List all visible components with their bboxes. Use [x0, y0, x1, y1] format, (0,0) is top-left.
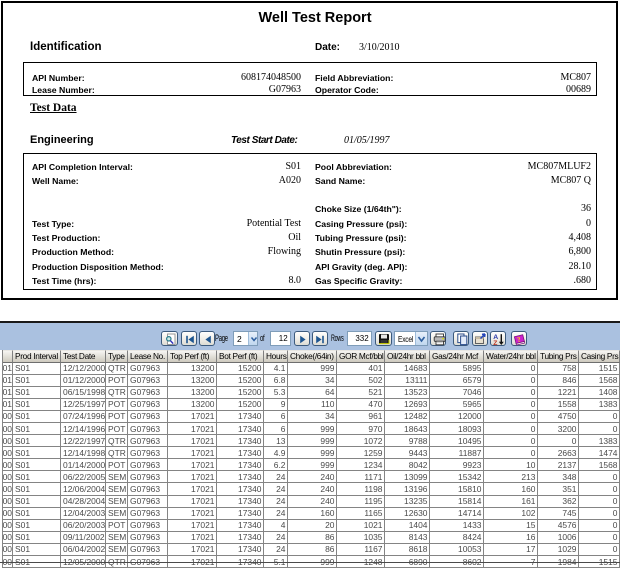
svg-text:Z: Z — [493, 340, 497, 346]
